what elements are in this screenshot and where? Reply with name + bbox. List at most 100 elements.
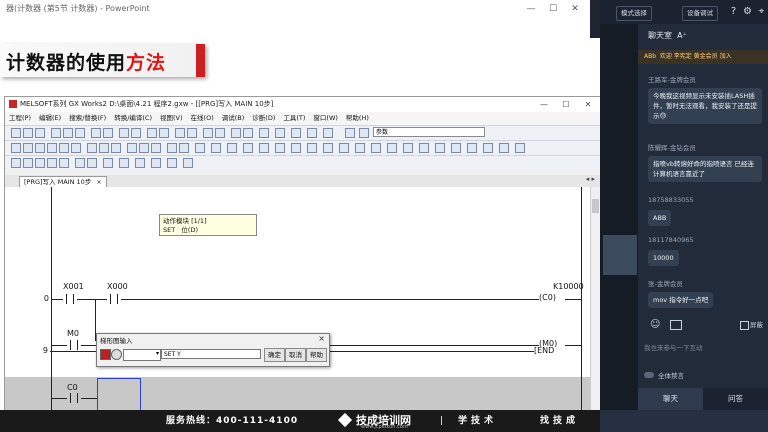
menu-edit[interactable]: 编辑(E) [39, 114, 61, 122]
maximize-button[interactable]: ☐ [542, 0, 564, 18]
compile-all-icon[interactable] [187, 128, 197, 138]
zoom-icon[interactable] [275, 128, 285, 138]
ladder-read-mode-icon[interactable] [275, 143, 285, 153]
parameter-icon[interactable] [243, 128, 253, 138]
mode-select-button[interactable]: 模式选择 [616, 6, 652, 21]
ladder-zoom-icon[interactable] [323, 143, 333, 153]
info-icon[interactable] [359, 128, 369, 138]
ladder-comment-icon[interactable] [211, 143, 221, 153]
write-plc-icon[interactable] [131, 128, 141, 138]
contact-x000[interactable] [107, 294, 121, 304]
ladder-highlight-icon[interactable] [451, 143, 461, 153]
ladder-copy-icon[interactable] [167, 158, 177, 168]
coil-c0[interactable]: (C0) [539, 293, 556, 302]
ok-button[interactable]: 确定 [264, 348, 285, 362]
menu-convert-compile[interactable]: 转换/编译(C) [114, 114, 152, 122]
menu-online[interactable]: 在线(O) [191, 114, 214, 122]
ladder-write-mode-icon[interactable] [259, 143, 269, 153]
contact-c0[interactable] [67, 393, 81, 403]
mute-all-toggle[interactable] [644, 372, 654, 378]
ladder-rising-edge-icon[interactable] [127, 143, 137, 153]
simulation-icon[interactable] [231, 128, 241, 138]
gx-minimize-button[interactable]: — [533, 97, 555, 112]
instruction-input[interactable]: SET Y [161, 349, 261, 359]
instruction-symbol-select[interactable]: ▾ [123, 349, 161, 361]
new-project-icon[interactable] [11, 128, 21, 138]
copy-icon[interactable] [63, 128, 73, 138]
ladder-monitor-mode-icon[interactable] [291, 143, 301, 153]
ladder-contact-icon[interactable] [11, 143, 21, 153]
undo-icon[interactable] [91, 128, 101, 138]
ladder-watch-icon[interactable] [467, 143, 477, 153]
ladder-note-icon[interactable] [243, 143, 253, 153]
ladder-coil-icon[interactable] [59, 143, 69, 153]
menu-debug[interactable]: 调试(B) [222, 114, 245, 122]
menu-window[interactable]: 窗口(W) [313, 114, 338, 122]
cross-reference-icon[interactable] [215, 128, 225, 138]
ladder-label-icon[interactable] [119, 158, 129, 168]
ladder-vline-icon[interactable] [99, 143, 109, 153]
gx-maximize-button[interactable]: ☐ [555, 97, 577, 112]
instruction-type-icon[interactable] [100, 349, 111, 360]
ladder-falling-parallel-icon[interactable] [179, 143, 189, 153]
gear-icon[interactable]: ⚙ [742, 6, 753, 17]
ladder-statement-icon[interactable] [227, 143, 237, 153]
menu-tool[interactable]: 工具(T) [283, 114, 305, 122]
compile-icon[interactable] [175, 128, 185, 138]
pin-icon[interactable]: ⌖ [756, 6, 767, 17]
contact-x001[interactable] [63, 294, 77, 304]
menu-find-replace[interactable]: 搜索/替换(F) [69, 114, 106, 122]
ladder-contact-nc-icon[interactable] [23, 143, 33, 153]
image-icon[interactable] [670, 320, 682, 330]
tab-close-icon[interactable]: × [96, 178, 101, 186]
ladder-zoom-in-icon[interactable] [483, 143, 493, 153]
ladder-rising-parallel-icon[interactable] [167, 143, 177, 153]
ladder-bookmark-icon[interactable] [435, 143, 445, 153]
ladder-block-icon[interactable] [75, 158, 85, 168]
find-icon[interactable] [291, 128, 301, 138]
close-button[interactable]: ✕ [564, 0, 586, 18]
screen-checkbox[interactable] [740, 321, 749, 330]
help-button[interactable]: 帮助 [306, 348, 327, 362]
ladder-delete-line-icon[interactable] [111, 143, 121, 153]
tab-qa[interactable]: 问答 [703, 388, 768, 410]
ladder-invert-icon[interactable] [151, 143, 161, 153]
ladder-delete-row-icon[interactable] [35, 158, 45, 168]
ladder-zoom-out-icon[interactable] [499, 143, 509, 153]
ladder-device-comment-icon[interactable] [103, 158, 113, 168]
help-icon[interactable] [345, 128, 355, 138]
ladder-device-display-icon[interactable] [307, 143, 317, 153]
menu-project[interactable]: 工程(P) [9, 114, 31, 122]
instruction-help-icon[interactable] [111, 349, 122, 360]
scrollbar-thumb[interactable] [592, 199, 599, 213]
ladder-parallel-icon[interactable] [35, 143, 45, 153]
ladder-edit-icon[interactable] [11, 158, 21, 168]
dialog-close-icon[interactable]: × [318, 334, 325, 343]
monitor-icon[interactable] [147, 128, 157, 138]
paste-icon[interactable] [75, 128, 85, 138]
emoji-icon[interactable]: ☺ [650, 319, 660, 330]
ladder-operation-result-icon[interactable] [195, 143, 205, 153]
ladder-insert-col-icon[interactable] [47, 158, 57, 168]
read-plc-icon[interactable] [119, 128, 129, 138]
ladder-jump-icon[interactable] [419, 143, 429, 153]
cancel-button[interactable]: 取消 [285, 348, 306, 362]
tab-scroll-arrows[interactable]: ◂ ▸ [586, 175, 595, 183]
contact-m0[interactable] [67, 340, 81, 350]
device-debug-button[interactable]: 设备调试 [682, 6, 718, 21]
ladder-paste-icon[interactable] [183, 158, 193, 168]
ladder-grid-icon[interactable] [339, 143, 349, 153]
ladder-undo-icon[interactable] [135, 158, 145, 168]
ladder-parallel-nc-icon[interactable] [47, 143, 57, 153]
ladder-editor[interactable]: 0 X001 X000 K10000 (C0) M0 (M0) C0 [5, 187, 590, 411]
ladder-falling-edge-icon[interactable] [139, 143, 149, 153]
minimize-button[interactable]: — [520, 0, 542, 18]
toolbar-dropdown[interactable]: 参数 [373, 127, 485, 137]
save-icon[interactable] [35, 128, 45, 138]
ladder-cursor[interactable] [97, 378, 141, 411]
ladder-statement-edit-icon[interactable] [371, 143, 381, 153]
ladder-search-icon[interactable] [403, 143, 413, 153]
ladder-comment-edit-icon[interactable] [355, 143, 365, 153]
menu-help[interactable]: 帮助(H) [346, 114, 369, 122]
ladder-fit-icon[interactable] [515, 143, 525, 153]
